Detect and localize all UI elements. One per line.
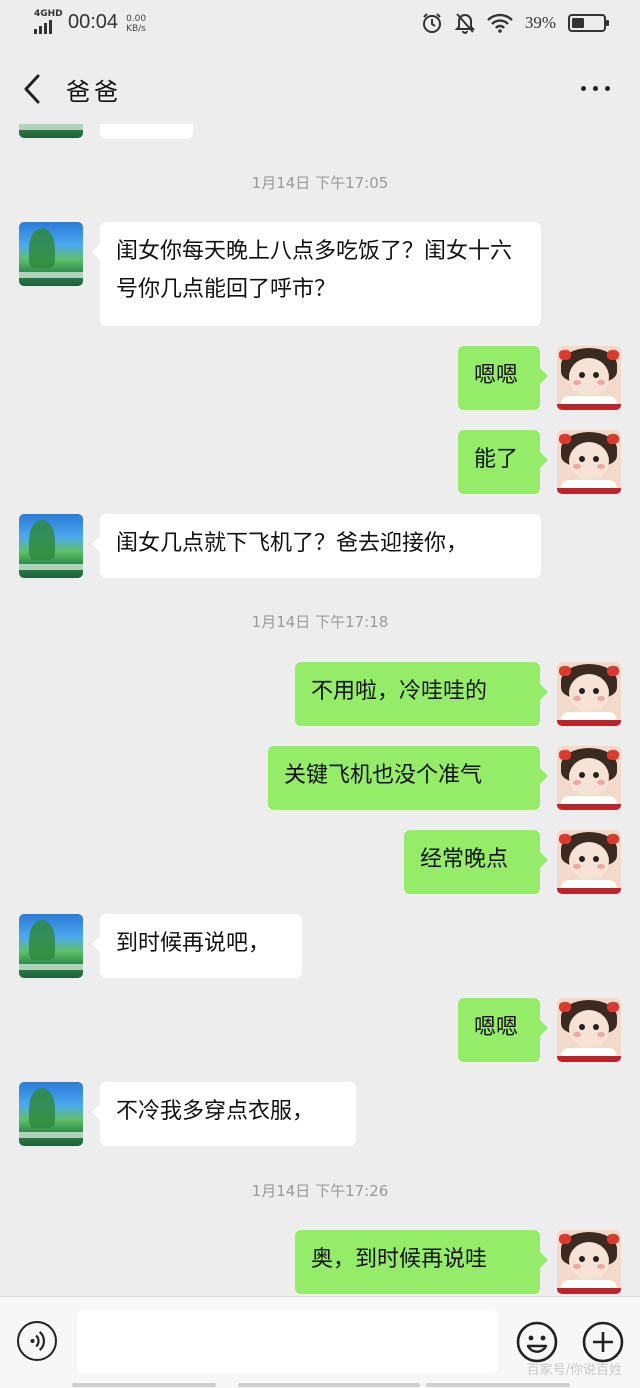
message-bubble-outgoing[interactable]: 嗯嗯 xyxy=(458,346,548,410)
message-input[interactable] xyxy=(77,1310,498,1373)
status-time: 00:04 xyxy=(68,11,119,33)
avatar-me[interactable] xyxy=(557,746,621,810)
network-speed: 0.00 KB/s xyxy=(126,14,147,34)
timestamp: 1月14日 下午17:26 xyxy=(251,1182,389,1200)
avatar-me[interactable] xyxy=(557,1230,621,1294)
avatar-dad[interactable] xyxy=(19,514,83,578)
message-bubble-outgoing[interactable]: 经常晚点 xyxy=(404,830,548,894)
avatar-me[interactable] xyxy=(557,346,621,410)
more-functions-button[interactable] xyxy=(582,1321,624,1363)
message-bubble-outgoing[interactable]: 奥，到时候再说哇 xyxy=(295,1230,548,1294)
signal-icon: 4GHD xyxy=(34,10,63,34)
mute-bell-icon xyxy=(454,13,475,34)
alarm-icon xyxy=(422,13,441,33)
plus-icon xyxy=(582,1321,624,1363)
emoji-icon xyxy=(516,1321,558,1363)
message-bubble-incoming[interactable]: 闺女你每天晚上八点多吃饭了？闺女十六号你几点能回了呼市？ xyxy=(92,222,541,326)
message-bubble-outgoing[interactable]: 嗯嗯 xyxy=(458,998,548,1062)
chat-title: 爸爸 xyxy=(66,78,122,106)
avatar-dad[interactable] xyxy=(19,222,83,286)
message-bubble-incoming[interactable]: 闺女几点就下飞机了？爸去迎接你， xyxy=(92,514,541,578)
message-bubble-partial xyxy=(100,124,193,139)
more-button[interactable] xyxy=(581,86,610,91)
chat-header: 爸爸 xyxy=(0,52,640,124)
avatar-me[interactable] xyxy=(557,998,621,1062)
emoji-button[interactable] xyxy=(516,1321,558,1363)
message-bubble-outgoing[interactable]: 不用啦，冷哇哇的 xyxy=(295,662,548,726)
status-bar: 4GHD 00:04 0.00 KB/s 39% xyxy=(0,0,640,52)
avatar-me[interactable] xyxy=(557,662,621,726)
timestamp: 1月14日 下午17:05 xyxy=(251,174,389,192)
avatar-dad[interactable] xyxy=(19,124,83,138)
message-list[interactable]: 1月14日 下午17:05 闺女你每天晚上八点多吃饭了？闺女十六号你几点能回了呼… xyxy=(0,124,640,1296)
avatar-dad[interactable] xyxy=(19,914,83,978)
battery-percent: 39% xyxy=(524,13,556,32)
battery-icon xyxy=(568,14,609,32)
timestamp: 1月14日 下午17:18 xyxy=(251,613,389,631)
back-button[interactable] xyxy=(18,72,48,106)
message-bubble-outgoing[interactable]: 能了 xyxy=(458,430,548,494)
chevron-left-icon xyxy=(24,74,40,104)
message-bubble-incoming[interactable]: 不冷我多穿点衣服， xyxy=(92,1082,356,1146)
input-bar: 百家号/你说百姓 xyxy=(0,1296,640,1388)
avatar-me[interactable] xyxy=(557,430,621,494)
message-bubble-outgoing[interactable]: 关键飞机也没个准气 xyxy=(268,746,548,810)
more-dots-icon xyxy=(581,86,586,91)
watermark: 百家号/你说百姓 xyxy=(526,1363,622,1378)
voice-icon xyxy=(30,1331,45,1351)
nav-bar xyxy=(72,1383,216,1387)
voice-button[interactable] xyxy=(17,1321,57,1361)
message-bubble-incoming[interactable]: 到时候再说吧， xyxy=(92,914,302,978)
avatar-dad[interactable] xyxy=(19,1082,83,1146)
wifi-icon xyxy=(486,13,513,33)
avatar-me[interactable] xyxy=(557,830,621,894)
